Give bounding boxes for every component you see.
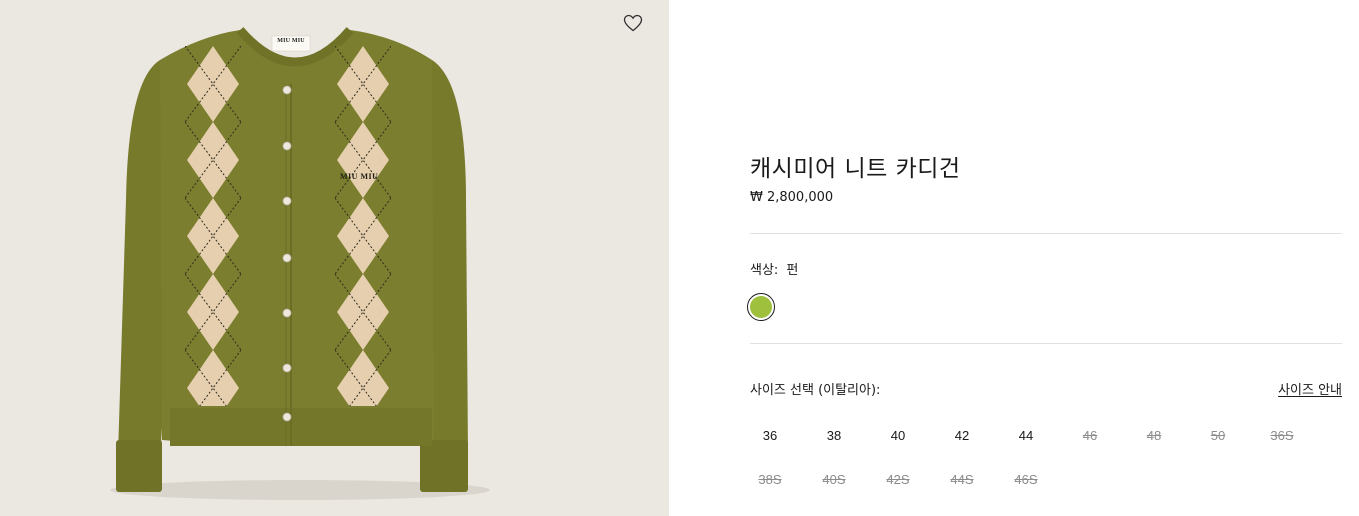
- size-option[interactable]: 48: [1134, 424, 1174, 448]
- size-option[interactable]: 36: [750, 424, 790, 448]
- size-option[interactable]: 50: [1198, 424, 1238, 448]
- divider: [750, 343, 1342, 344]
- product-image: [0, 0, 669, 516]
- size-option[interactable]: 38S: [750, 468, 790, 492]
- color-swatch-fill: [750, 296, 772, 318]
- size-option[interactable]: 42S: [878, 468, 918, 492]
- product-price: ₩ 2,800,000: [750, 190, 834, 205]
- size-option[interactable]: 44S: [942, 468, 982, 492]
- size-option[interactable]: 40S: [814, 468, 854, 492]
- heart-outline-icon: [623, 14, 643, 32]
- size-option[interactable]: 44: [1006, 424, 1046, 448]
- size-option[interactable]: 36S: [1262, 424, 1302, 448]
- size-option[interactable]: 42: [942, 424, 982, 448]
- divider: [750, 233, 1342, 234]
- size-option[interactable]: 40: [878, 424, 918, 448]
- size-option[interactable]: 46: [1070, 424, 1110, 448]
- size-option[interactable]: 46S: [1006, 468, 1046, 492]
- brand-label: MIU MIU: [277, 38, 305, 44]
- color-label: 색상:: [750, 263, 779, 278]
- wishlist-button[interactable]: [621, 11, 645, 35]
- color-selection-label: 색상: 펀: [750, 259, 798, 278]
- product-image-panel: MIU MIU MIU MIU: [0, 0, 669, 516]
- size-selection-label: 사이즈 선택 (이탈리아):: [750, 383, 881, 398]
- size-guide-link[interactable]: 사이즈 안내: [1278, 379, 1342, 398]
- size-option[interactable]: 38: [814, 424, 854, 448]
- chest-embroidery-logo: MIU MIU: [340, 172, 379, 181]
- selected-color-name: 펀: [786, 263, 799, 278]
- product-title: 캐시미어 니트 카디건: [750, 156, 961, 182]
- product-details-panel: 캐시미어 니트 카디건 ₩ 2,800,000 색상: 펀 사이즈 선택 (이탈리…: [747, 0, 1342, 516]
- color-swatch-fern[interactable]: [747, 293, 775, 321]
